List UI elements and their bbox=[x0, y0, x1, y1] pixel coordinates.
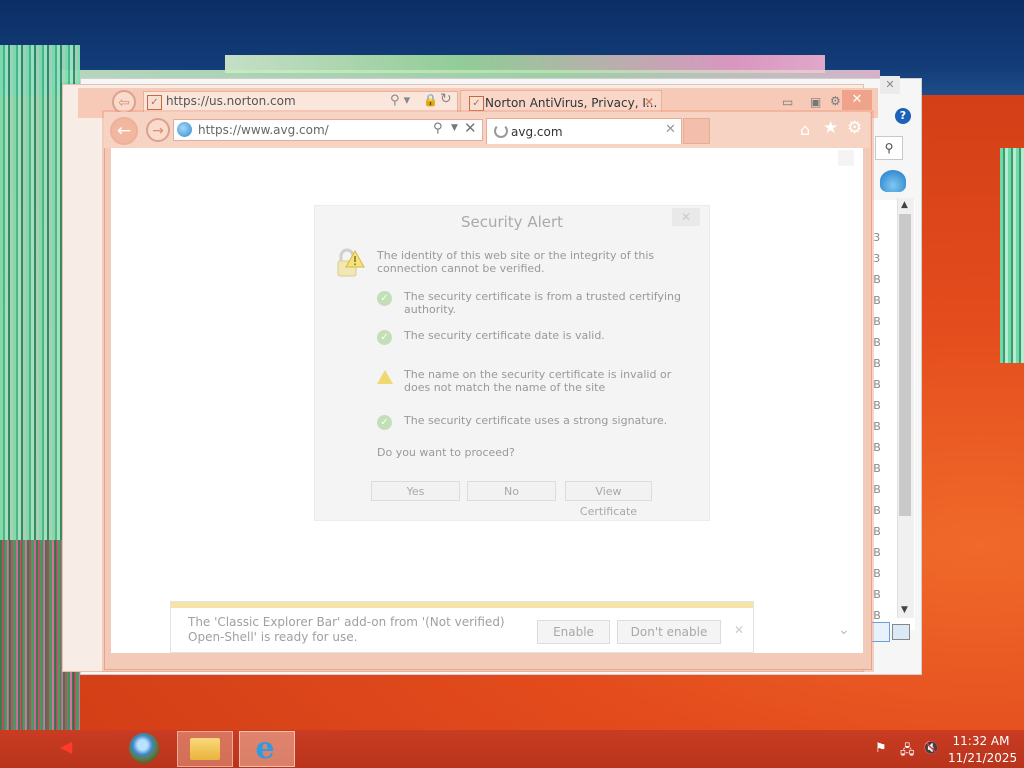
no-button[interactable]: No bbox=[467, 481, 556, 501]
verified-check-icon: ✓ bbox=[469, 96, 484, 111]
scroll-down-icon[interactable]: ▼ bbox=[901, 605, 908, 615]
check-icon: ✓ bbox=[377, 330, 392, 345]
notification-text: The 'Classic Explorer Bar' add-on from '… bbox=[188, 615, 505, 644]
star-icon[interactable]: ★ bbox=[823, 118, 838, 138]
view-certificate-button[interactable]: View Certificate bbox=[565, 481, 652, 518]
loading-spinner-icon bbox=[494, 124, 508, 138]
warning-icon bbox=[377, 370, 393, 384]
tab-close-icon[interactable]: ✕ bbox=[644, 95, 654, 109]
tab-avg-label: avg.com bbox=[511, 125, 563, 139]
close-icon[interactable]: ✕ bbox=[734, 623, 744, 637]
refresh-icon[interactable]: ↻ bbox=[440, 91, 452, 107]
internet-explorer-icon: e bbox=[255, 731, 275, 766]
search-icon[interactable]: ⚲ bbox=[433, 121, 443, 136]
lock-icon: 🔒 bbox=[423, 93, 438, 107]
background-gear-icon[interactable]: ⚙ bbox=[830, 94, 841, 108]
back-arrow-icon[interactable]: ◀ bbox=[60, 737, 72, 756]
open-shell-icon[interactable] bbox=[880, 170, 906, 192]
enable-button[interactable]: Enable bbox=[537, 620, 610, 644]
background-back-icon[interactable]: ⇦ bbox=[112, 90, 136, 114]
speaker-muted-icon[interactable]: 🔇 bbox=[923, 741, 939, 756]
check-icon: ✓ bbox=[377, 415, 392, 430]
background-window-close-button[interactable]: ✕ bbox=[880, 76, 900, 94]
preview-view-icon[interactable] bbox=[892, 624, 910, 640]
tab-norton-label: Norton AntiVirus, Privacy, I... bbox=[485, 96, 658, 110]
new-tab-button[interactable] bbox=[683, 118, 710, 144]
check-icon: ✓ bbox=[377, 291, 392, 306]
alert-item-text: The name on the security certificate is … bbox=[404, 368, 672, 394]
proceed-question: Do you want to proceed? bbox=[377, 446, 515, 459]
ie-page-icon bbox=[177, 122, 192, 137]
clock-time[interactable]: 11:32 AM bbox=[948, 734, 1014, 748]
alert-item-text: The security certificate is from a trust… bbox=[404, 290, 681, 316]
alert-item-text: The security certificate date is valid. bbox=[404, 329, 605, 342]
background-search-icon[interactable]: ⚲ ▾ bbox=[390, 93, 410, 108]
chevron-down-icon[interactable]: ⌄ bbox=[838, 622, 850, 638]
back-arrow-icon[interactable]: ← bbox=[110, 117, 138, 145]
maximize-icon[interactable]: ▣ bbox=[810, 95, 821, 109]
notification-stripe bbox=[171, 602, 753, 608]
background-search-button[interactable]: ⚲ bbox=[875, 136, 903, 160]
chevron-down-icon[interactable]: ▼ bbox=[451, 123, 458, 133]
gear-icon[interactable]: ⚙ bbox=[847, 118, 862, 138]
background-address-text: https://us.norton.com bbox=[166, 94, 296, 108]
action-center-flag-icon[interactable]: ⚑ bbox=[875, 741, 887, 756]
background-scroll-thumb[interactable] bbox=[899, 214, 911, 516]
home-icon[interactable]: ⌂ bbox=[800, 120, 810, 139]
forward-arrow-icon[interactable]: → bbox=[146, 118, 170, 142]
tab-close-icon[interactable]: ✕ bbox=[665, 122, 676, 137]
alert-item-text: The security certificate uses a strong s… bbox=[404, 414, 668, 427]
scroll-up-icon[interactable]: ▲ bbox=[901, 200, 908, 210]
folder-icon bbox=[190, 738, 220, 760]
dont-enable-button[interactable]: Don't enable bbox=[617, 620, 721, 644]
network-icon[interactable]: 🖧 bbox=[900, 741, 915, 763]
start-orb-icon[interactable] bbox=[129, 733, 159, 763]
dialog-close-button[interactable]: ✕ bbox=[672, 208, 700, 226]
help-icon[interactable]: ? bbox=[895, 108, 911, 124]
render-artifact bbox=[1000, 148, 1024, 363]
minimize-icon[interactable]: ▭ bbox=[782, 95, 793, 109]
lock-warning-icon bbox=[337, 248, 365, 277]
window-close-button[interactable]: ✕ bbox=[842, 90, 872, 110]
stop-icon[interactable]: ✕ bbox=[464, 119, 477, 137]
verified-check-icon: ✓ bbox=[147, 95, 162, 110]
clock-date[interactable]: 11/21/2025 bbox=[948, 751, 1017, 765]
scrollbar-top[interactable] bbox=[838, 150, 854, 166]
yes-button[interactable]: Yes bbox=[371, 481, 460, 501]
alert-intro-text: The identity of this web site or the int… bbox=[377, 249, 655, 275]
dialog-title: Security Alert bbox=[460, 213, 564, 231]
address-text[interactable]: https://www.avg.com/ bbox=[198, 123, 329, 137]
